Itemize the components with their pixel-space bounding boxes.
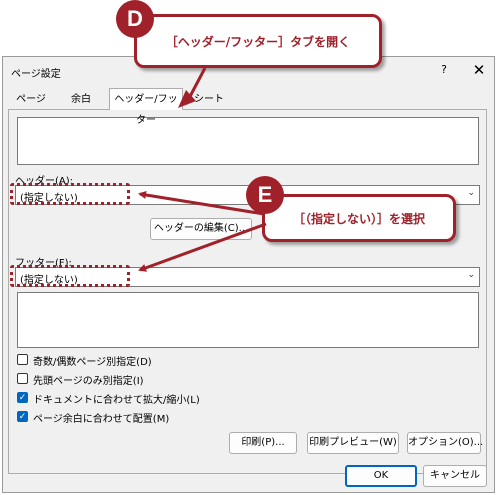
header-preview [17, 117, 479, 165]
print-preview-button[interactable]: 印刷プレビュー(W) [307, 432, 399, 454]
dialog-title: ページ設定 [11, 69, 61, 80]
chevron-down-icon: ⌄ [467, 270, 475, 280]
checkbox-box[interactable] [17, 373, 28, 384]
checkbox-label: ドキュメントに合わせて拡大/縮小(L) [33, 395, 200, 406]
checkbox-box[interactable] [17, 354, 28, 365]
callout-d: ［ヘッダー/フッター］タブを開く [134, 14, 382, 68]
highlight-footer-value [10, 265, 130, 287]
help-icon[interactable]: ? [437, 63, 451, 76]
chevron-down-icon: ⌄ [467, 188, 475, 198]
tab-page[interactable]: ページ [9, 90, 53, 109]
check-icon[interactable]: ✓ [17, 392, 28, 403]
tab-margins[interactable]: 余白 [61, 90, 101, 109]
cancel-button[interactable]: キャンセル [423, 465, 487, 487]
checkbox-label: 奇数/偶数ページ別指定(D) [33, 357, 152, 368]
edit-header-button[interactable]: ヘッダーの編集(C)... [150, 218, 252, 240]
badge-e: E [246, 176, 284, 214]
highlight-header-value [10, 183, 130, 205]
options-button[interactable]: オプション(O)... [407, 432, 483, 454]
tab-panel: ヘッダー(A): (指定しない) ⌄ ヘッダーの編集(C)... フッター(F)… [8, 109, 487, 474]
badge-d: D [116, 0, 154, 38]
ok-button[interactable]: OK [345, 465, 417, 487]
tab-sheet[interactable]: シート [187, 90, 231, 109]
footer-preview [17, 292, 479, 348]
checkbox-label: ページ余白に合わせて配置(M) [33, 414, 170, 425]
callout-e: ［（指定しない）］を選択 [262, 194, 456, 242]
callout-d-text: ［ヘッダー/フッター］タブを開く [165, 35, 351, 49]
print-button[interactable]: 印刷(P)... [229, 432, 297, 454]
callout-e-text: ［（指定しない）］を選択 [292, 212, 425, 226]
check-icon[interactable]: ✓ [17, 411, 28, 422]
checkbox-label: 先頭ページのみ別指定(I) [33, 376, 144, 387]
tab-header-footer[interactable]: ヘッダー/フッター [109, 88, 183, 126]
close-icon[interactable]: ✕ [471, 61, 487, 79]
